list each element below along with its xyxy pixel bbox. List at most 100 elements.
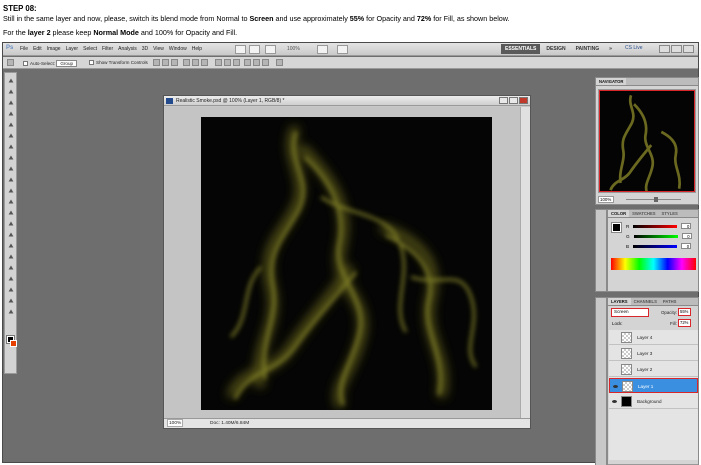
show-transform-checkbox[interactable]	[89, 60, 94, 66]
auto-select-dropdown[interactable]: Group	[56, 60, 78, 67]
maximize-button[interactable]	[671, 45, 682, 53]
path-select-tool-icon[interactable]	[7, 253, 15, 260]
dodge-tool-icon[interactable]	[7, 220, 15, 227]
visibility-eye-icon[interactable]	[612, 383, 619, 390]
zoom-level[interactable]: 100%	[285, 45, 309, 54]
layer-row[interactable]: Layer 4	[609, 330, 698, 345]
doc-maximize-button[interactable]	[509, 97, 518, 104]
screen-mode-icon[interactable]	[317, 45, 328, 54]
align-bottom-icon[interactable]	[171, 59, 178, 66]
channel-slider[interactable]	[633, 224, 678, 228]
menu-view[interactable]: View	[153, 46, 164, 52]
workspace-more[interactable]: »	[605, 44, 616, 54]
distribute-icon[interactable]	[244, 59, 251, 66]
bridge-icon[interactable]	[235, 45, 246, 54]
zoom-tool-icon[interactable]	[7, 308, 15, 315]
align-right-icon[interactable]	[201, 59, 208, 66]
move-tool-icon[interactable]	[7, 77, 15, 84]
auto-select-checkbox[interactable]	[23, 61, 28, 67]
workspace-design[interactable]: DESIGN	[542, 44, 569, 54]
layer-row[interactable]: Layer 3	[609, 346, 698, 361]
distribute-icon[interactable]	[224, 59, 231, 66]
document-scrollbar[interactable]	[520, 107, 530, 419]
menu-filter[interactable]: Filter	[102, 46, 113, 52]
3d-rotate-tool-icon[interactable]	[7, 275, 15, 282]
channel-value[interactable]: 0	[681, 233, 692, 239]
document-zoom-field[interactable]: 100%	[167, 419, 183, 427]
quick-select-tool-icon[interactable]	[7, 110, 15, 117]
doc-close-button[interactable]	[519, 97, 528, 104]
distribute-icon[interactable]	[262, 59, 269, 66]
menu-window[interactable]: Window	[169, 46, 187, 52]
menu-file[interactable]: File	[20, 46, 28, 52]
eraser-tool-icon[interactable]	[7, 187, 15, 194]
extras-icon[interactable]	[337, 45, 348, 54]
distribute-icon[interactable]	[233, 59, 240, 66]
menu-layer[interactable]: Layer	[66, 46, 79, 52]
navigator-view-frame[interactable]	[599, 90, 695, 192]
type-tool-icon[interactable]	[7, 242, 15, 249]
align-left-icon[interactable]	[183, 59, 190, 66]
menu-image[interactable]: Image	[47, 46, 61, 52]
workspace-painting[interactable]: PAINTING	[572, 44, 604, 54]
auto-select-option[interactable]: Auto-Select: Group	[23, 60, 78, 67]
menu-help[interactable]: Help	[192, 46, 202, 52]
menu-edit[interactable]: Edit	[33, 46, 42, 52]
tab-styles[interactable]: STYLES	[659, 210, 681, 217]
history-brush-tool-icon[interactable]	[7, 176, 15, 183]
doc-minimize-button[interactable]	[499, 97, 508, 104]
arrange-icon[interactable]	[265, 45, 276, 54]
cs-live-button[interactable]: CS Live	[625, 45, 643, 51]
channel-value[interactable]: 0	[681, 243, 692, 249]
layer-row[interactable]: Layer 2	[609, 362, 698, 377]
tab-color[interactable]: COLOR	[608, 210, 630, 217]
visibility-eye-icon[interactable]	[611, 334, 618, 341]
align-middle-icon[interactable]	[162, 59, 169, 66]
tab-layers[interactable]: LAYERS	[608, 298, 631, 305]
channel-slider[interactable]	[633, 234, 678, 238]
distribute-icon[interactable]	[253, 59, 260, 66]
eyedropper-tool-icon[interactable]	[7, 132, 15, 139]
visibility-eye-icon[interactable]	[611, 366, 618, 373]
navigator-zoom-field[interactable]: 100%	[598, 196, 614, 203]
minimize-button[interactable]	[659, 45, 670, 53]
blur-tool-icon[interactable]	[7, 209, 15, 216]
smoke-canvas[interactable]	[201, 117, 492, 410]
lasso-tool-icon[interactable]	[7, 99, 15, 106]
brush-tool-icon[interactable]	[7, 154, 15, 161]
background-color-swatch[interactable]	[10, 340, 17, 347]
align-top-icon[interactable]	[153, 59, 160, 66]
move-tool-icon[interactable]	[7, 59, 14, 66]
tab-paths[interactable]: PATHS	[660, 298, 680, 305]
hand-tool-icon[interactable]	[7, 297, 15, 304]
tab-swatches[interactable]: SWATCHES	[629, 210, 658, 217]
tab-navigator[interactable]: NAVIGATOR	[596, 78, 627, 85]
gradient-tool-icon[interactable]	[7, 198, 15, 205]
spot-heal-tool-icon[interactable]	[7, 143, 15, 150]
show-transform-option[interactable]: Show Transform Controls	[89, 60, 148, 66]
blend-mode-dropdown[interactable]: Screen	[611, 308, 649, 317]
close-button[interactable]	[683, 45, 694, 53]
color-spectrum[interactable]	[611, 258, 696, 270]
opacity-field[interactable]: 55%	[678, 308, 691, 316]
navigator-zoom-knob[interactable]	[654, 197, 658, 202]
crop-tool-icon[interactable]	[7, 121, 15, 128]
document-size[interactable]: Doc: 1.40M/6.84M	[210, 419, 249, 429]
document-titlebar[interactable]: Realistic Smoke.psd @ 100% (Layer 1, RGB…	[164, 96, 530, 106]
auto-align-icon[interactable]	[276, 59, 283, 66]
tab-channels[interactable]: CHANNELS	[631, 298, 660, 305]
channel-value[interactable]: 0	[681, 223, 692, 229]
fill-field[interactable]: 72%	[678, 319, 691, 327]
align-center-icon[interactable]	[192, 59, 199, 66]
layer-row[interactable]: Background	[609, 394, 698, 409]
workspace-essentials[interactable]: ESSENTIALS	[501, 44, 541, 54]
pen-tool-icon[interactable]	[7, 231, 15, 238]
menu-3d[interactable]: 3D	[142, 46, 148, 52]
minibridge-icon[interactable]	[249, 45, 260, 54]
color-foreground-swatch[interactable]	[611, 222, 622, 233]
menu-select[interactable]: Select	[83, 46, 97, 52]
channel-slider[interactable]	[633, 244, 678, 248]
clone-stamp-tool-icon[interactable]	[7, 165, 15, 172]
layer-row[interactable]: Layer 1	[609, 378, 698, 393]
marquee-tool-icon[interactable]	[7, 88, 15, 95]
